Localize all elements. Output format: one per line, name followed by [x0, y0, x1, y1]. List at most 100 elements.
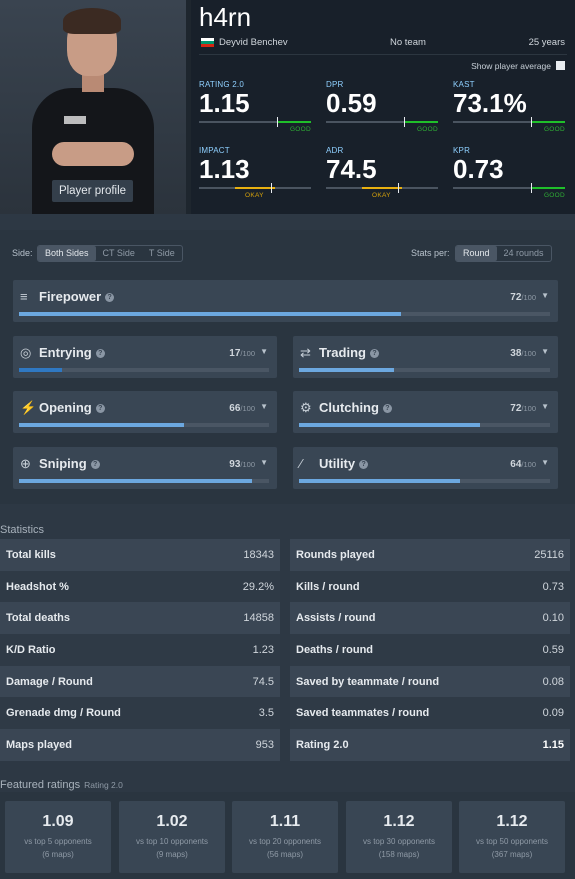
chevron-down-icon[interactable]: ▼ — [260, 347, 268, 356]
stat-bar-marker — [404, 117, 405, 127]
stat-bar-fill — [235, 187, 275, 189]
player-summary: h4rn Deyvid Benchev No team 25 years Sho… — [191, 0, 575, 214]
help-icon[interactable]: ? — [382, 404, 392, 414]
role-bar — [299, 479, 550, 483]
role-score: 72/100 — [510, 292, 536, 303]
help-icon[interactable]: ? — [90, 460, 100, 470]
firepower-icon: ≡ — [20, 289, 28, 304]
featured-rating-card: 1.02 vs top 10 opponents (9 maps) — [119, 801, 225, 873]
role-name-text: Opening — [39, 400, 92, 415]
help-icon[interactable]: ? — [105, 293, 115, 303]
stat-row: Grenade dmg / Round 3.5 — [0, 697, 280, 729]
role-card-clutching[interactable]: ⚙ Clutching? 72/100 ▼ — [293, 391, 558, 433]
player-nickname: h4rn — [199, 2, 252, 32]
statistics-right-column: Rounds played 25116 Kills / round 0.73 Assis… — [290, 539, 570, 761]
stat-row-label: K/D Ratio — [6, 643, 56, 656]
featured-rating-desc: vs top 30 opponents — [362, 837, 436, 846]
side-ct[interactable]: CT Side — [96, 246, 142, 261]
featured-rating-maps: (367 maps) — [491, 850, 533, 859]
country-flag-icon — [201, 38, 214, 47]
stat-bar-marker — [531, 183, 532, 193]
role-name: Opening? — [39, 400, 105, 415]
stat-bar-fill — [362, 187, 402, 189]
help-icon[interactable]: ? — [359, 460, 369, 470]
help-icon[interactable]: ? — [95, 404, 105, 414]
stat-row-value: 25116 — [534, 548, 564, 561]
featured-rating-maps: (158 maps) — [378, 850, 420, 859]
stat-row: Damage / Round 74.5 — [0, 665, 280, 698]
role-bar — [19, 479, 269, 483]
player-profile-button[interactable]: Player profile — [52, 180, 133, 202]
role-bar-fill — [19, 479, 252, 483]
divider — [199, 54, 567, 55]
side-t[interactable]: T Side — [142, 246, 182, 261]
role-score: 38/100 — [510, 348, 536, 359]
role-card-trading[interactable]: ⇄ Trading? 38/100 ▼ — [293, 336, 558, 378]
featured-rating-desc: vs top 10 opponents — [135, 837, 209, 846]
role-score-value: 66 — [229, 403, 241, 414]
stat-row-label: Total kills — [6, 548, 56, 561]
role-bar — [19, 423, 269, 427]
chevron-down-icon[interactable]: ▼ — [260, 402, 268, 411]
featured-rating-card: 1.12 vs top 30 opponents (158 maps) — [346, 801, 452, 873]
summary-stat-dpr: DPR 0.59 GOOD — [326, 80, 438, 133]
stat-row-value: 1.23 — [252, 643, 274, 656]
role-name-text: Utility — [319, 456, 356, 471]
chevron-down-icon[interactable]: ▼ — [541, 291, 549, 300]
role-card-utility[interactable]: ∕ Utility? 64/100 ▼ — [293, 447, 558, 489]
role-name-text: Trading — [319, 345, 366, 360]
side-selector: Both Sides CT Side T Side — [37, 245, 183, 262]
stat-row-value: 18343 — [243, 548, 274, 561]
role-score-value: 72 — [510, 292, 522, 303]
stat-bar-marker — [277, 117, 278, 127]
help-icon[interactable]: ? — [95, 349, 105, 359]
role-name: Utility? — [319, 456, 369, 471]
stat-row-label: Total deaths — [6, 612, 70, 625]
featured-subtitle: Rating 2.0 — [84, 780, 123, 790]
roles-panel: Side: Both Sides CT Side T Side Stats pe… — [0, 230, 575, 504]
chevron-down-icon[interactable]: ▼ — [541, 458, 549, 467]
role-bar-fill — [299, 368, 395, 372]
per-round[interactable]: Round — [456, 246, 497, 261]
role-bar — [299, 368, 550, 372]
stats-per-selector: Round 24 rounds — [455, 245, 552, 262]
role-name-text: Clutching — [319, 400, 379, 415]
stat-row-value: 14858 — [243, 612, 274, 625]
featured-rating-maps: (56 maps) — [266, 850, 303, 859]
role-score-max: /100 — [521, 293, 536, 302]
stat-bar-marker — [531, 117, 532, 127]
statistics-title: Statistics — [0, 524, 45, 536]
help-icon[interactable]: ? — [369, 349, 379, 359]
stats-per-label: Stats per: — [411, 248, 450, 258]
chevron-down-icon[interactable]: ▼ — [541, 402, 549, 411]
chevron-down-icon[interactable]: ▼ — [260, 458, 268, 467]
chevron-down-icon[interactable]: ▼ — [541, 347, 549, 356]
role-score-value: 93 — [229, 459, 241, 470]
role-card-sniping[interactable]: ⊕ Sniping? 93/100 ▼ — [13, 447, 277, 489]
featured-rating-value: 1.09 — [42, 813, 74, 830]
stat-value: 0.59 — [326, 88, 377, 118]
stat-grade: GOOD — [289, 126, 311, 133]
featured-rating-desc: vs top 50 opponents — [475, 837, 549, 846]
role-card-opening[interactable]: ⚡ Opening? 66/100 ▼ — [13, 391, 277, 433]
role-score: 17/100 — [229, 348, 255, 359]
utility-icon: ∕ — [300, 456, 303, 471]
sniping-icon: ⊕ — [20, 456, 31, 471]
side-both[interactable]: Both Sides — [38, 246, 96, 261]
role-name-text: Sniping — [39, 456, 87, 471]
player-real-name: Deyvid Benchev — [219, 37, 288, 48]
opening-icon: ⚡ — [20, 400, 37, 415]
role-bar-fill — [19, 312, 402, 316]
role-score-value: 38 — [510, 348, 522, 359]
featured-title-text: Featured ratings — [0, 779, 81, 791]
stat-value: 74.5 — [326, 154, 377, 184]
show-average-checkbox[interactable] — [556, 61, 565, 70]
stat-row-label: Rounds played — [296, 548, 375, 561]
role-score-max: /100 — [521, 404, 536, 413]
role-card-firepower[interactable]: ≡ Firepower? 72/100 ▼ — [13, 280, 558, 322]
featured-rating-value: 1.12 — [383, 813, 415, 830]
stat-bar — [453, 183, 565, 193]
role-card-entrying[interactable]: ◎ Entrying? 17/100 ▼ — [13, 336, 277, 378]
player-team: No team — [390, 37, 426, 48]
per-24-rounds[interactable]: 24 rounds — [497, 246, 551, 261]
